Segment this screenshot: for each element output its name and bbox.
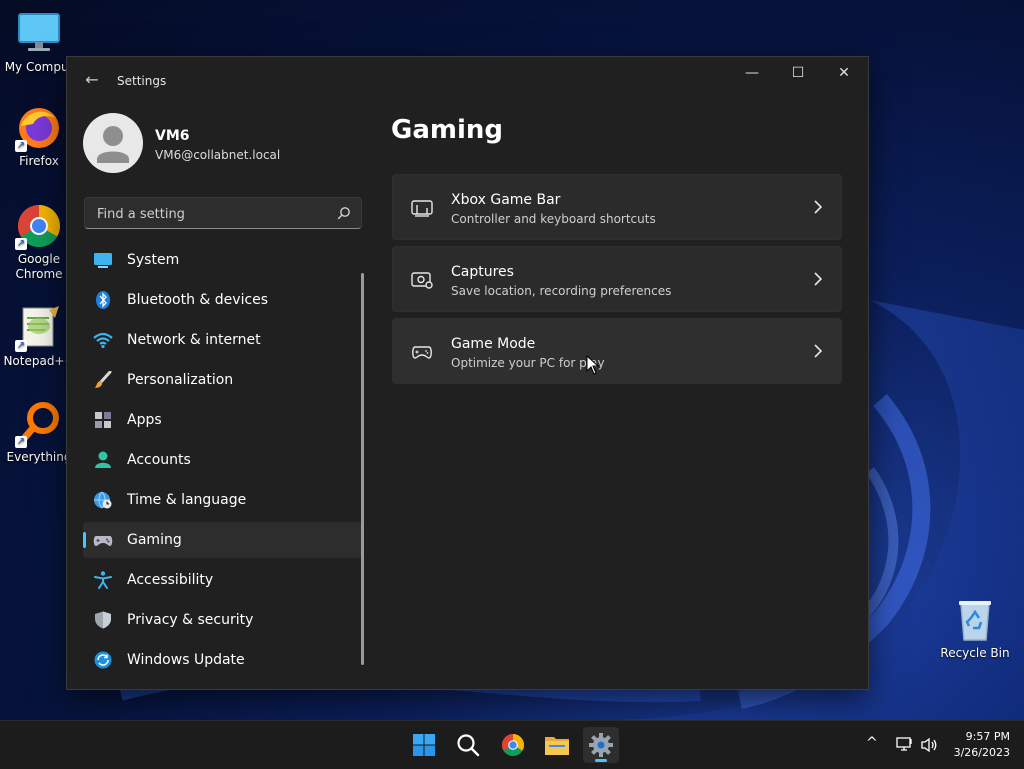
nav-label: Personalization — [127, 372, 234, 388]
accounts-icon — [95, 451, 111, 468]
settings-window: ← Settings — ☐ ✕ VM6 VM6@collabnet.local… — [66, 56, 869, 690]
shortcut-arrow-icon: ↗ — [15, 140, 27, 152]
window-title: Settings — [117, 74, 167, 88]
profile-email: VM6@collabnet.local — [155, 148, 281, 162]
captures-icon — [411, 272, 433, 289]
nav-item-privacy-security[interactable]: Privacy & security — [83, 602, 363, 638]
user-avatar-icon — [97, 126, 129, 163]
search-icon[interactable] — [337, 206, 351, 220]
bluetooth-icon — [96, 291, 110, 309]
update-icon — [94, 651, 112, 669]
settings-gear-icon — [589, 733, 613, 757]
game-mode-icon — [412, 346, 432, 359]
nav-item-network[interactable]: Network & internet — [83, 322, 363, 358]
windows-start-icon — [413, 734, 435, 756]
taskbar-start-button[interactable] — [406, 727, 442, 763]
apps-icon — [95, 412, 111, 428]
game-bar-icon — [411, 200, 433, 217]
nav-item-bluetooth[interactable]: Bluetooth & devices — [83, 282, 363, 318]
page-title: Gaming — [391, 115, 504, 145]
accessibility-icon — [94, 571, 112, 589]
shortcut-arrow-icon: ↗ — [15, 436, 27, 448]
network-status-icon[interactable] — [896, 737, 914, 753]
file-explorer-icon — [545, 737, 569, 755]
nav-label: Accessibility — [127, 572, 214, 588]
card-xbox-game-bar[interactable]: Xbox Game Bar Controller and keyboard sh… — [392, 174, 842, 240]
wifi-icon — [93, 332, 113, 349]
recycle-bin-icon — [959, 601, 991, 641]
nav-label: Bluetooth & devices — [127, 292, 269, 308]
nav-item-personalization[interactable]: Personalization — [83, 362, 363, 398]
clock-date: 3/26/2023 — [953, 746, 1010, 759]
nav-label: Time & language — [127, 492, 247, 508]
minimize-button[interactable]: — — [729, 57, 775, 89]
nav-scrollbar[interactable] — [361, 273, 364, 665]
nav-item-windows-update[interactable]: Windows Update — [83, 642, 363, 678]
maximize-button[interactable]: ☐ — [775, 57, 821, 89]
clock-time: 9:57 PM — [965, 730, 1010, 743]
taskbar-search-button[interactable] — [450, 727, 486, 763]
brush-icon — [95, 371, 112, 388]
taskbar-chrome-button[interactable] — [495, 727, 531, 763]
gamepad-icon — [93, 536, 113, 546]
nav-item-system[interactable]: System — [83, 242, 363, 278]
nav-label: Accounts — [127, 452, 191, 468]
monitor-icon — [18, 13, 60, 51]
card-title: Game Mode — [451, 336, 536, 352]
nav-item-accessibility[interactable]: Accessibility — [83, 562, 363, 598]
chevron-right-icon — [814, 272, 823, 286]
card-title: Xbox Game Bar — [451, 192, 561, 208]
title-bar: ← Settings — ☐ ✕ — [67, 57, 868, 103]
nav-label: Apps — [127, 412, 162, 428]
search-input[interactable] — [95, 204, 329, 224]
active-app-indicator — [595, 759, 607, 762]
taskbar: ^ 9:57 PM 3/26/2023 — [0, 720, 1024, 769]
card-game-mode[interactable]: Game Mode Optimize your PC for play — [392, 318, 842, 384]
settings-nav: System Bluetooth & devices Network & int… — [83, 242, 363, 682]
chevron-right-icon — [814, 344, 823, 358]
chevron-right-icon — [814, 200, 823, 214]
shortcut-arrow-icon: ↗ — [15, 340, 27, 352]
tray-overflow-chevron[interactable]: ^ — [866, 735, 878, 751]
card-subtitle: Optimize your PC for play — [451, 356, 605, 370]
taskbar-clock[interactable]: 9:57 PM 3/26/2023 — [954, 729, 1010, 761]
profile-name: VM6 — [155, 128, 190, 144]
back-button[interactable]: ← — [79, 67, 105, 93]
desktop-icon-label: Recycle Bin — [940, 646, 1010, 660]
nav-label: Gaming — [127, 532, 182, 548]
shortcut-arrow-icon: ↗ — [15, 238, 27, 250]
taskbar-settings-button[interactable] — [583, 727, 619, 763]
shield-icon — [95, 611, 111, 629]
search-icon — [457, 734, 480, 757]
chrome-icon — [502, 734, 524, 756]
card-subtitle: Save location, recording preferences — [451, 284, 672, 298]
volume-icon[interactable] — [920, 737, 938, 753]
nav-label: Windows Update — [127, 652, 245, 668]
close-button[interactable]: ✕ — [821, 57, 867, 89]
settings-search-box[interactable] — [84, 197, 362, 229]
nav-label: Privacy & security — [127, 612, 254, 628]
nav-item-apps[interactable]: Apps — [83, 402, 363, 438]
gaming-settings-list: Xbox Game Bar Controller and keyboard sh… — [392, 174, 842, 390]
nav-label: Network & internet — [127, 332, 261, 348]
system-icon — [94, 253, 112, 268]
nav-item-accounts[interactable]: Accounts — [83, 442, 363, 478]
globe-clock-icon — [94, 491, 112, 509]
desktop-icon-recycle-bin[interactable]: Recycle Bin — [936, 596, 1014, 661]
mouse-cursor-icon — [586, 355, 600, 375]
nav-item-gaming[interactable]: Gaming — [83, 522, 363, 558]
nav-label: System — [127, 252, 180, 268]
avatar — [83, 113, 143, 173]
nav-item-time-language[interactable]: Time & language — [83, 482, 363, 518]
card-subtitle: Controller and keyboard shortcuts — [451, 212, 656, 226]
desktop-icon-label: Google Chrome — [15, 252, 63, 281]
card-title: Captures — [451, 264, 514, 280]
card-captures[interactable]: Captures Save location, recording prefer… — [392, 246, 842, 312]
taskbar-file-explorer-button[interactable] — [539, 727, 575, 763]
